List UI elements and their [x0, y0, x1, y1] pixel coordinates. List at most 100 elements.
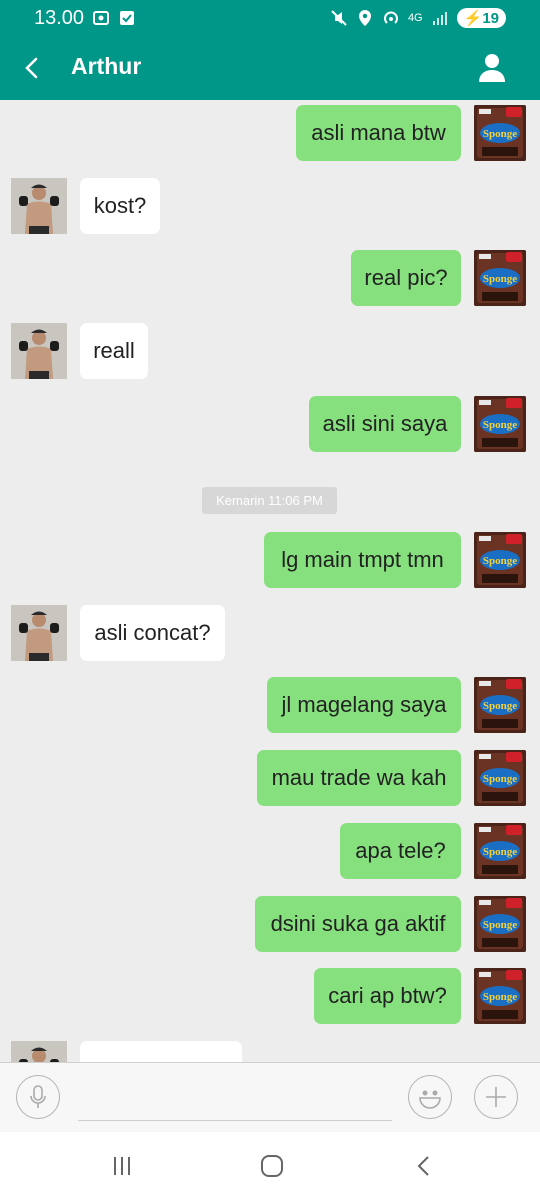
contact-avatar[interactable] — [11, 178, 67, 234]
message-text: jl magelang saya — [281, 692, 447, 717]
message-row-outgoing: Sponge asli sini saya — [0, 396, 540, 452]
svg-text:Sponge: Sponge — [483, 419, 517, 431]
message-row-outgoing: Sponge jl magelang saya — [0, 677, 540, 733]
chevron-left-icon — [25, 57, 38, 79]
message-text: kost? — [93, 193, 147, 218]
message-text: asli concat? — [94, 620, 211, 645]
message-bubble[interactable]: asli sini saya — [309, 396, 461, 452]
input-bar — [0, 1062, 540, 1132]
my-avatar[interactable]: Sponge — [474, 532, 526, 588]
my-avatar[interactable]: Sponge — [474, 968, 526, 1024]
sponge-snack-avatar-image: Sponge — [474, 105, 526, 161]
boxer-avatar-image — [11, 1041, 67, 1062]
emoji-button[interactable] — [408, 1075, 452, 1119]
message-row-incoming: asli concat? — [0, 605, 540, 661]
message-bubble[interactable]: kost? — [80, 178, 160, 234]
message-bubble[interactable]: cari ap btw? — [314, 968, 461, 1024]
message-bubble[interactable]: asli concat? — [80, 605, 225, 661]
voice-button[interactable] — [16, 1075, 60, 1119]
message-row-outgoing: Sponge asli mana btw — [0, 105, 540, 161]
chat-title: Arthur — [71, 53, 142, 79]
message-row-outgoing: Sponge dsini suka ga aktif — [0, 896, 540, 952]
date-divider: Kemarin 11:06 PM — [202, 487, 337, 514]
home-button[interactable] — [256, 1150, 288, 1182]
message-row-outgoing: Sponge cari ap btw? — [0, 968, 540, 1024]
message-bubble[interactable]: reall — [80, 323, 148, 379]
contact-avatar[interactable] — [11, 1041, 67, 1062]
message-text: real pic? — [364, 265, 448, 290]
my-avatar[interactable]: Sponge — [474, 250, 526, 306]
back-button[interactable] — [14, 50, 50, 86]
boxer-avatar-image — [11, 178, 67, 234]
message-bubble[interactable]: mau trade wa kah — [257, 750, 461, 806]
my-avatar[interactable]: Sponge — [474, 105, 526, 161]
message-bubble[interactable]: jl magelang saya — [267, 677, 461, 733]
sponge-snack-avatar-image: Sponge — [474, 823, 526, 879]
message-bubble[interactable]: asli mana btw — [296, 105, 461, 161]
recents-button[interactable] — [106, 1150, 138, 1182]
system-nav-bar — [0, 1132, 540, 1200]
profile-button[interactable] — [474, 50, 510, 86]
svg-text:Sponge: Sponge — [483, 128, 517, 140]
message-text: mau trade wa kah — [271, 765, 447, 790]
contact-avatar[interactable] — [11, 323, 67, 379]
my-avatar[interactable]: Sponge — [474, 896, 526, 952]
my-avatar[interactable]: Sponge — [474, 677, 526, 733]
person-icon — [479, 54, 505, 82]
boxer-avatar-image — [11, 323, 67, 379]
svg-text:Sponge: Sponge — [483, 273, 517, 285]
message-row-outgoing: Sponge mau trade wa kah — [0, 750, 540, 806]
message-row-incoming — [0, 1041, 540, 1062]
recents-icon — [114, 1157, 130, 1175]
boxer-avatar-image — [11, 605, 67, 661]
message-row-outgoing: Sponge apa tele? — [0, 823, 540, 879]
message-text: apa tele? — [355, 838, 446, 863]
message-bubble[interactable] — [80, 1041, 242, 1062]
status-bar: 13.00 4G ⚡19 — [0, 0, 540, 36]
screenshot-icon — [92, 9, 110, 27]
my-avatar[interactable]: Sponge — [474, 396, 526, 452]
plus-icon — [486, 1087, 506, 1107]
location-icon — [356, 9, 374, 27]
sponge-snack-avatar-image: Sponge — [474, 532, 526, 588]
status-time: 13.00 — [34, 6, 85, 29]
svg-text:Sponge: Sponge — [483, 991, 517, 1003]
message-bubble[interactable]: real pic? — [351, 250, 461, 306]
sponge-snack-avatar-image: Sponge — [474, 750, 526, 806]
message-input[interactable] — [78, 1075, 392, 1121]
message-list[interactable]: Sponge asli mana btw kost? Sponge real pic? r… — [0, 100, 540, 1062]
message-text: asli sini saya — [322, 411, 448, 436]
message-bubble[interactable]: dsini suka ga aktif — [255, 896, 461, 952]
battery-indicator: ⚡19 — [456, 8, 506, 28]
message-row-incoming: reall — [0, 323, 540, 379]
svg-text:Sponge: Sponge — [483, 555, 517, 567]
message-row-incoming: kost? — [0, 178, 540, 234]
contact-avatar[interactable] — [11, 605, 67, 661]
hotspot-icon — [382, 9, 400, 27]
svg-text:Sponge: Sponge — [483, 700, 517, 712]
message-bubble[interactable]: lg main tmpt tmn — [264, 532, 461, 588]
app-bar: Arthur — [0, 36, 540, 100]
my-avatar[interactable]: Sponge — [474, 823, 526, 879]
sponge-snack-avatar-image: Sponge — [474, 968, 526, 1024]
microphone-icon — [30, 1085, 46, 1108]
network-type: 4G — [407, 12, 423, 24]
message-bubble[interactable]: apa tele? — [340, 823, 461, 879]
check-icon — [118, 9, 136, 27]
svg-text:Sponge: Sponge — [483, 919, 517, 931]
signal-icon — [431, 9, 449, 27]
message-text: asli mana btw — [311, 120, 446, 145]
sponge-snack-avatar-image: Sponge — [474, 677, 526, 733]
nav-back-button[interactable] — [408, 1150, 440, 1182]
sponge-snack-avatar-image: Sponge — [474, 250, 526, 306]
my-avatar[interactable]: Sponge — [474, 750, 526, 806]
attach-button[interactable] — [474, 1075, 518, 1119]
mute-icon — [330, 9, 348, 27]
back-icon — [417, 1156, 429, 1176]
home-icon — [261, 1155, 283, 1177]
message-row-outgoing: Sponge real pic? — [0, 250, 540, 306]
svg-text:Sponge: Sponge — [483, 846, 517, 858]
message-text: dsini suka ga aktif — [270, 911, 446, 936]
message-row-outgoing: Sponge lg main tmpt tmn — [0, 532, 540, 588]
message-text: lg main tmpt tmn — [281, 547, 444, 572]
